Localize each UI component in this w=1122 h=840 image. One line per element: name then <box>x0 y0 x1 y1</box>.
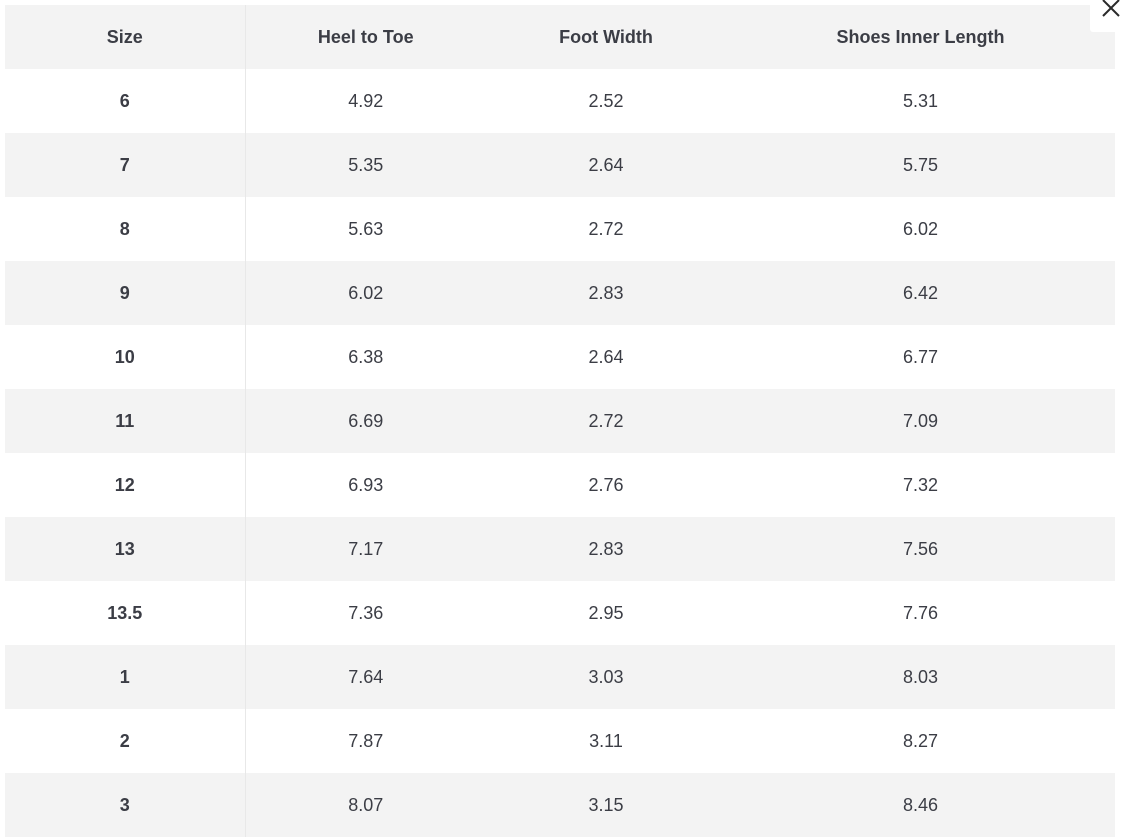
table-row: 1 7.64 3.03 8.03 <box>5 645 1115 709</box>
foot-width-cell: 2.76 <box>486 453 726 517</box>
inner-length-cell: 6.77 <box>726 325 1115 389</box>
heel-to-toe-cell: 7.64 <box>245 645 486 709</box>
heel-to-toe-cell: 6.02 <box>245 261 486 325</box>
size-cell: 12 <box>5 453 246 517</box>
size-cell: 13 <box>5 517 246 581</box>
inner-length-cell: 6.02 <box>726 197 1115 261</box>
inner-length-cell: 7.56 <box>726 517 1115 581</box>
inner-length-cell: 8.27 <box>726 709 1115 773</box>
table-header-row: Size Heel to Toe Foot Width Shoes Inner … <box>5 5 1115 69</box>
inner-length-cell: 7.32 <box>726 453 1115 517</box>
size-chart: Size Heel to Toe Foot Width Shoes Inner … <box>5 5 1115 837</box>
size-cell: 13.5 <box>5 581 246 645</box>
inner-length-cell: 8.03 <box>726 645 1115 709</box>
inner-length-cell: 5.31 <box>726 69 1115 133</box>
size-cell: 3 <box>5 773 246 837</box>
close-icon[interactable] <box>1099 0 1121 22</box>
size-cell: 1 <box>5 645 246 709</box>
table-row: 13 7.17 2.83 7.56 <box>5 517 1115 581</box>
header-foot-width: Foot Width <box>486 5 726 69</box>
heel-to-toe-cell: 5.63 <box>245 197 486 261</box>
heel-to-toe-cell: 7.17 <box>245 517 486 581</box>
table-row: 8 5.63 2.72 6.02 <box>5 197 1115 261</box>
close-button[interactable] <box>1090 0 1122 32</box>
foot-width-cell: 3.15 <box>486 773 726 837</box>
heel-to-toe-cell: 4.92 <box>245 69 486 133</box>
header-heel-to-toe: Heel to Toe <box>245 5 486 69</box>
table-row: 13.5 7.36 2.95 7.76 <box>5 581 1115 645</box>
heel-to-toe-cell: 7.36 <box>245 581 486 645</box>
table-body: 6 4.92 2.52 5.31 7 5.35 2.64 5.75 8 5.63… <box>5 69 1115 837</box>
heel-to-toe-cell: 6.38 <box>245 325 486 389</box>
inner-length-cell: 7.09 <box>726 389 1115 453</box>
heel-to-toe-cell: 8.07 <box>245 773 486 837</box>
foot-width-cell: 2.52 <box>486 69 726 133</box>
foot-width-cell: 2.83 <box>486 261 726 325</box>
table-row: 2 7.87 3.11 8.27 <box>5 709 1115 773</box>
table-row: 9 6.02 2.83 6.42 <box>5 261 1115 325</box>
foot-width-cell: 2.83 <box>486 517 726 581</box>
header-size: Size <box>5 5 246 69</box>
inner-length-cell: 7.76 <box>726 581 1115 645</box>
size-cell: 6 <box>5 69 246 133</box>
size-cell: 11 <box>5 389 246 453</box>
foot-width-cell: 3.03 <box>486 645 726 709</box>
size-chart-table: Size Heel to Toe Foot Width Shoes Inner … <box>5 5 1115 837</box>
foot-width-cell: 2.64 <box>486 325 726 389</box>
table-row: 6 4.92 2.52 5.31 <box>5 69 1115 133</box>
table-row: 3 8.07 3.15 8.46 <box>5 773 1115 837</box>
foot-width-cell: 2.95 <box>486 581 726 645</box>
size-cell: 2 <box>5 709 246 773</box>
size-cell: 9 <box>5 261 246 325</box>
inner-length-cell: 5.75 <box>726 133 1115 197</box>
foot-width-cell: 2.72 <box>486 389 726 453</box>
heel-to-toe-cell: 6.93 <box>245 453 486 517</box>
inner-length-cell: 6.42 <box>726 261 1115 325</box>
table-row: 10 6.38 2.64 6.77 <box>5 325 1115 389</box>
size-cell: 7 <box>5 133 246 197</box>
foot-width-cell: 2.64 <box>486 133 726 197</box>
foot-width-cell: 2.72 <box>486 197 726 261</box>
header-inner-length: Shoes Inner Length <box>726 5 1115 69</box>
inner-length-cell: 8.46 <box>726 773 1115 837</box>
heel-to-toe-cell: 5.35 <box>245 133 486 197</box>
heel-to-toe-cell: 7.87 <box>245 709 486 773</box>
table-row: 11 6.69 2.72 7.09 <box>5 389 1115 453</box>
foot-width-cell: 3.11 <box>486 709 726 773</box>
size-cell: 8 <box>5 197 246 261</box>
table-row: 7 5.35 2.64 5.75 <box>5 133 1115 197</box>
size-cell: 10 <box>5 325 246 389</box>
table-row: 12 6.93 2.76 7.32 <box>5 453 1115 517</box>
heel-to-toe-cell: 6.69 <box>245 389 486 453</box>
